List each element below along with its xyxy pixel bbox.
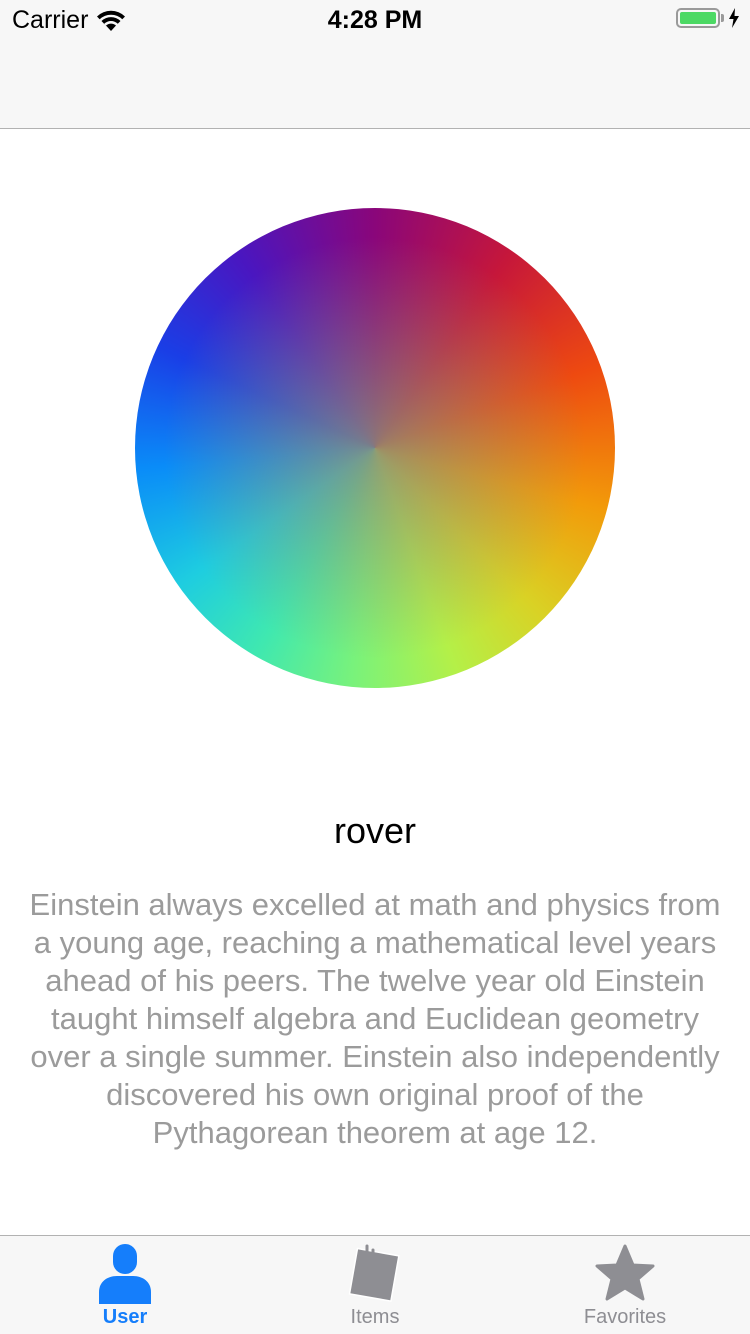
tab-favorites[interactable]: Favorites: [500, 1236, 750, 1334]
charging-bolt-icon: [729, 8, 739, 28]
status-time: 4:28 PM: [327, 6, 423, 34]
battery-icon: [676, 8, 740, 28]
avatar: [135, 208, 615, 688]
screen: Carrier 4:28 PM rover Einstein always ex…: [0, 0, 750, 1334]
tab-user[interactable]: User: [0, 1236, 250, 1334]
star-icon: [593, 1242, 657, 1306]
navigation-bar: Carrier 4:28 PM: [0, 0, 750, 129]
tab-items[interactable]: Items: [250, 1236, 500, 1334]
battery-fill: [680, 12, 716, 24]
battery-tip: [721, 14, 724, 22]
user-icon: [93, 1242, 157, 1306]
battery-body: [676, 8, 720, 28]
tab-items-label: Items: [350, 1306, 400, 1328]
tab-favorites-label: Favorites: [583, 1306, 667, 1328]
tab-bar: User Items Favorites: [0, 1235, 750, 1334]
items-icon: [343, 1242, 407, 1306]
status-bar: Carrier 4:28 PM: [0, 0, 750, 40]
bio-text: Einstein always excelled at math and phy…: [29, 887, 721, 1150]
tab-user-label: User: [102, 1306, 148, 1328]
username-label: rover: [333, 810, 417, 851]
